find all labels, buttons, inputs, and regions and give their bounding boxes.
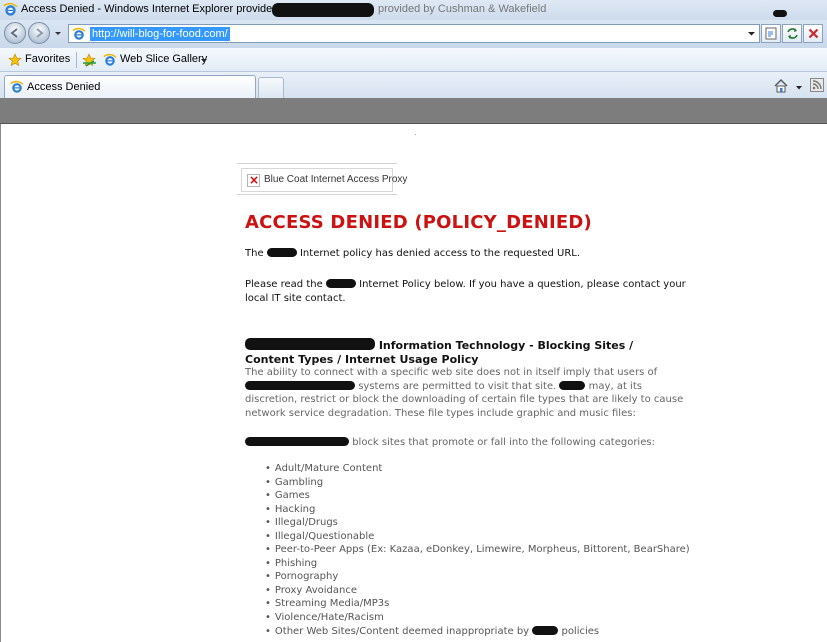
redaction bbox=[245, 437, 349, 446]
policy-section-title: Information Technology - Blocking Sites … bbox=[245, 338, 675, 367]
list-item: Hacking bbox=[265, 503, 690, 517]
chevron-down-icon bbox=[201, 59, 207, 63]
refresh-icon bbox=[787, 28, 798, 39]
redaction bbox=[559, 380, 586, 390]
redaction bbox=[245, 380, 355, 390]
ie-page-icon bbox=[72, 27, 86, 40]
web-slice-gallery-label: Web Slice Gallery bbox=[120, 53, 208, 65]
text-fragment: Other Web Sites/Content deemed inappropr… bbox=[274, 625, 530, 637]
redaction bbox=[325, 279, 356, 288]
denied-message: The Internet policy has denied access to… bbox=[245, 247, 695, 261]
text-fragment: The ability to connect with a specific w… bbox=[245, 367, 658, 378]
text-fragment: Please read the bbox=[245, 279, 323, 290]
list-item: Peer-to-Peer Apps (Ex: Kazaa, eDonkey, L… bbox=[265, 543, 690, 557]
list-item: Games bbox=[265, 489, 690, 503]
favorites-label: Favorites bbox=[25, 53, 71, 65]
feeds-icon[interactable] bbox=[810, 78, 824, 92]
list-item: Violence/Hate/Racism bbox=[265, 611, 690, 625]
toolbar-separator bbox=[76, 52, 77, 68]
list-item: Adult/Mature Content bbox=[265, 462, 690, 476]
text-fragment: block sites that promote or fall into th… bbox=[352, 437, 655, 448]
proxy-banner: × Blue Coat Internet Access Proxy bbox=[237, 163, 407, 195]
arrow-left-icon bbox=[10, 28, 18, 38]
favorites-button[interactable]: Favorites bbox=[6, 51, 72, 69]
window-title-suffix: provided by Cushman & Wakefield bbox=[378, 3, 547, 15]
forward-button[interactable] bbox=[28, 22, 50, 44]
text-fragment: policies bbox=[561, 625, 600, 637]
list-item: Phishing bbox=[265, 557, 690, 571]
list-item: Pornography bbox=[265, 570, 690, 584]
text-fragment: systems are permitted to visit that site… bbox=[358, 380, 557, 392]
ie-page-icon bbox=[10, 80, 24, 93]
compatibility-view-button[interactable] bbox=[761, 24, 781, 43]
redaction bbox=[532, 625, 559, 635]
policy-instructions: Please read the Internet Policy below. I… bbox=[245, 278, 695, 305]
url-text[interactable]: http://will-blog-for-food.com/ bbox=[90, 27, 230, 41]
command-bar bbox=[0, 98, 827, 124]
list-item: Illegal/Drugs bbox=[265, 516, 690, 530]
list-item: Gambling bbox=[265, 476, 690, 490]
refresh-button[interactable] bbox=[782, 24, 802, 43]
list-item: Streaming Media/MP3s bbox=[265, 597, 690, 611]
home-icon[interactable] bbox=[773, 78, 789, 94]
window-title: Access Denied - Windows Internet Explore… bbox=[21, 3, 294, 15]
back-button[interactable] bbox=[4, 22, 26, 44]
arrow-right-icon bbox=[36, 28, 44, 38]
title-bar: Access Denied - Windows Internet Explore… bbox=[0, 0, 827, 20]
ie-page-icon bbox=[103, 53, 117, 66]
proxy-image-placeholder: × Blue Coat Internet Access Proxy bbox=[241, 168, 407, 192]
new-tab-button[interactable] bbox=[258, 77, 284, 98]
tab-label: Access Denied bbox=[27, 81, 101, 93]
star-icon bbox=[8, 53, 22, 67]
address-row: http://will-blog-for-food.com/ bbox=[0, 20, 827, 48]
blocking-intro: block sites that promote or fall into th… bbox=[245, 436, 685, 450]
web-slice-gallery-button[interactable]: Web Slice Gallery bbox=[101, 51, 211, 69]
list-item: Proxy Avoidance bbox=[265, 584, 690, 598]
favorites-bar: Favorites Web Slice Gallery bbox=[0, 48, 827, 72]
add-to-favorites-icon[interactable] bbox=[82, 53, 97, 68]
home-dropdown-icon[interactable] bbox=[795, 84, 803, 92]
stop-button[interactable] bbox=[803, 24, 823, 43]
ie-logo-icon bbox=[3, 2, 18, 16]
page-title: ACCESS DENIED (POLICY_DENIED) bbox=[245, 212, 592, 233]
text-fragment: Internet policy has denied access to the… bbox=[299, 248, 581, 259]
list-item: Other Web Sites/Content deemed inappropr… bbox=[265, 625, 690, 639]
recent-pages-dropdown[interactable] bbox=[53, 28, 63, 38]
blocked-categories-list: Adult/Mature Content Gambling Games Hack… bbox=[265, 462, 690, 638]
divider bbox=[415, 134, 416, 135]
redaction bbox=[266, 248, 297, 257]
redaction bbox=[245, 338, 375, 350]
tab-access-denied[interactable]: Access Denied bbox=[4, 75, 256, 98]
browser-window: Access Denied - Windows Internet Explore… bbox=[0, 0, 827, 642]
policy-paragraph: The ability to connect with a specific w… bbox=[245, 366, 691, 420]
page-content: × Blue Coat Internet Access Proxy ACCESS… bbox=[0, 124, 827, 642]
redaction bbox=[272, 3, 374, 17]
address-bar[interactable]: http://will-blog-for-food.com/ bbox=[68, 24, 760, 43]
compatibility-icon bbox=[765, 27, 777, 40]
proxy-alt-text: Blue Coat Internet Access Proxy bbox=[264, 174, 408, 185]
text-fragment: The bbox=[245, 248, 264, 259]
tab-bar: Access Denied bbox=[0, 72, 827, 98]
broken-image-icon: × bbox=[247, 173, 260, 187]
address-dropdown-icon[interactable] bbox=[747, 29, 756, 38]
list-item: Illegal/Questionable bbox=[265, 530, 690, 544]
close-icon bbox=[808, 28, 819, 39]
redaction bbox=[773, 10, 787, 17]
